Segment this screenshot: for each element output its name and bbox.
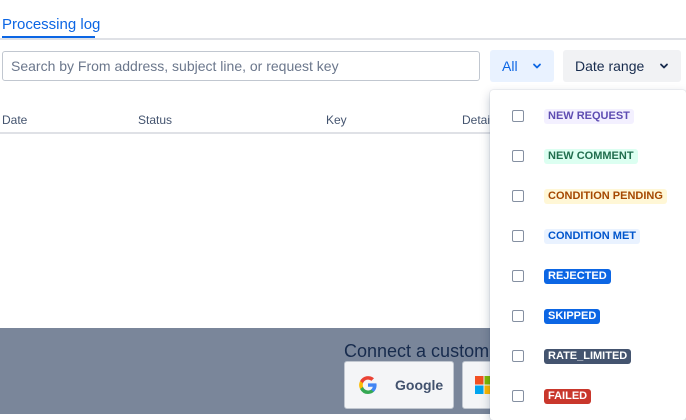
status-lozenge: CONDITION PENDING bbox=[544, 188, 667, 204]
status-filter-label: All bbox=[502, 58, 518, 74]
chevron-down-icon bbox=[660, 63, 668, 69]
tab-bar: Processing log bbox=[0, 0, 686, 40]
status-option-failed[interactable]: FAILED bbox=[490, 376, 686, 416]
connect-custom-text: Connect a custom bbox=[344, 341, 490, 361]
column-header-date[interactable]: Date bbox=[2, 113, 27, 127]
status-option-new-comment[interactable]: NEW COMMENT bbox=[490, 136, 686, 176]
google-connect-button: Google bbox=[344, 361, 454, 409]
status-option-condition-met[interactable]: CONDITION MET bbox=[490, 216, 686, 256]
status-option-rate-limited[interactable]: RATE_LIMITED bbox=[490, 336, 686, 376]
checkbox[interactable] bbox=[512, 150, 524, 162]
google-label: Google bbox=[395, 377, 444, 393]
date-range-label: Date range bbox=[575, 58, 645, 74]
status-lozenge: FAILED bbox=[544, 388, 592, 404]
status-filter-button[interactable]: All bbox=[490, 50, 554, 82]
date-range-button[interactable]: Date range bbox=[563, 50, 681, 82]
tab-processing-log[interactable]: Processing log bbox=[2, 16, 100, 33]
status-lozenge: RATE_LIMITED bbox=[544, 348, 632, 364]
chevron-down-icon bbox=[533, 63, 541, 69]
google-logo-icon bbox=[359, 376, 377, 394]
status-lozenge: NEW COMMENT bbox=[544, 148, 638, 164]
status-lozenge: REJECTED bbox=[544, 268, 611, 284]
column-header-key[interactable]: Key bbox=[326, 113, 347, 127]
checkbox[interactable] bbox=[512, 350, 524, 362]
status-option-new-request[interactable]: NEW REQUEST bbox=[490, 96, 686, 136]
checkbox[interactable] bbox=[512, 190, 524, 202]
status-option-skipped[interactable]: SKIPPED bbox=[490, 296, 686, 336]
checkbox[interactable] bbox=[512, 110, 524, 122]
status-option-rejected[interactable]: REJECTED bbox=[490, 256, 686, 296]
column-header-details[interactable]: Detai bbox=[462, 113, 490, 127]
active-tab-indicator bbox=[2, 36, 95, 38]
checkbox[interactable] bbox=[512, 390, 524, 402]
checkbox[interactable] bbox=[512, 230, 524, 242]
status-lozenge: CONDITION MET bbox=[544, 228, 640, 244]
status-filter-dropdown: NEW REQUEST NEW COMMENT CONDITION PENDIN… bbox=[490, 90, 686, 420]
status-lozenge: SKIPPED bbox=[544, 308, 601, 324]
column-header-status[interactable]: Status bbox=[138, 113, 172, 127]
checkbox[interactable] bbox=[512, 270, 524, 282]
status-lozenge: NEW REQUEST bbox=[544, 108, 634, 124]
checkbox[interactable] bbox=[512, 310, 524, 322]
status-option-condition-pending[interactable]: CONDITION PENDING bbox=[490, 176, 686, 216]
search-input[interactable] bbox=[2, 51, 480, 81]
